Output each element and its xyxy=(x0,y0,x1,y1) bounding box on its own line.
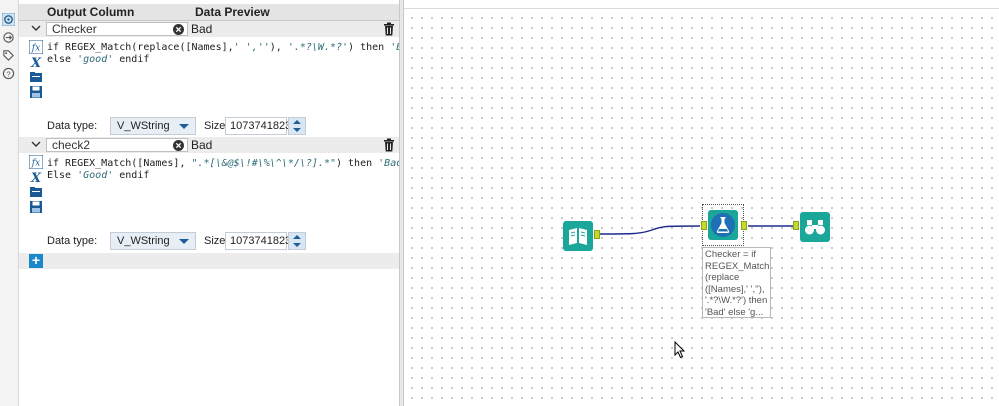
size-input[interactable]: 1073741823 xyxy=(225,232,291,250)
output-anchor[interactable] xyxy=(594,230,600,239)
trash-icon[interactable] xyxy=(383,138,395,152)
tool-annotation: Checker = if REGEX_Match (replace ([Name… xyxy=(702,247,771,318)
expr-code: ) then xyxy=(336,158,379,169)
size-spinner[interactable] xyxy=(288,117,306,135)
expr-code: if REGEX_Match(replace([Names], xyxy=(47,42,234,53)
data-type-label: Data type: xyxy=(47,120,98,132)
connection-input-to-formula xyxy=(599,225,701,235)
expr-string: ' ','' xyxy=(233,42,270,53)
formula-flask-icon xyxy=(711,213,735,237)
dropdown-arrow-icon xyxy=(179,239,189,244)
svg-text:fx: fx xyxy=(31,44,40,54)
expression-editor[interactable]: if REGEX_Match(replace([Names],' ',''), … xyxy=(47,42,420,65)
data-preview-header: Data Preview xyxy=(195,5,270,19)
formula-tool[interactable] xyxy=(708,210,738,240)
expr-code: if REGEX_Match([Names], xyxy=(47,158,192,169)
save-disk-icon[interactable] xyxy=(29,200,43,214)
output-column-name-input[interactable]: check2 xyxy=(46,138,188,152)
svg-text:X: X xyxy=(30,56,42,69)
spin-down-icon[interactable] xyxy=(293,243,301,247)
add-field-bar: + xyxy=(19,253,399,269)
expr-string: ".*[\&@$\!#\%\^\*/\?].*" xyxy=(191,158,337,169)
spin-down-icon[interactable] xyxy=(293,128,301,132)
data-type-row: Data type: V_WString Size: 1073741823 xyxy=(47,116,397,138)
function-fx-icon[interactable]: fx xyxy=(29,40,43,54)
field-row-checker: Checker Bad xyxy=(19,21,399,37)
clear-icon[interactable] xyxy=(173,140,184,151)
trash-icon[interactable] xyxy=(383,22,395,36)
data-type-value: V_WString xyxy=(117,235,170,247)
data-type-label: Data type: xyxy=(47,235,98,247)
data-type-value: V_WString xyxy=(117,120,170,132)
size-input[interactable]: 1073741823 xyxy=(225,117,291,135)
function-fx-icon[interactable]: fx xyxy=(29,155,43,169)
expression-editor[interactable]: if REGEX_Match([Names], ".*[\&@$\!#\%\^\… xyxy=(47,158,408,181)
spin-up-icon[interactable] xyxy=(293,235,301,239)
save-disk-icon[interactable] xyxy=(29,85,43,99)
open-folder-icon[interactable] xyxy=(29,70,43,84)
input-data-tool[interactable] xyxy=(563,221,593,251)
variable-x-icon[interactable]: X xyxy=(29,55,43,69)
column-header-bar: Output Column Data Preview xyxy=(19,4,399,21)
expr-code: ), xyxy=(269,42,288,53)
data-preview-value: Bad xyxy=(191,22,213,36)
expr-code: endif xyxy=(113,169,150,181)
size-spinner[interactable] xyxy=(288,232,306,250)
svg-text:fx: fx xyxy=(31,159,40,169)
data-type-select[interactable]: V_WString xyxy=(110,232,196,250)
browse-binoculars-icon xyxy=(805,220,825,235)
input-book-icon xyxy=(569,228,587,245)
expr-code: ) then xyxy=(348,42,391,53)
browse-tool[interactable] xyxy=(800,212,830,242)
output-column-header: Output Column xyxy=(47,5,135,19)
expr-code: Else xyxy=(47,169,78,181)
spin-up-icon[interactable] xyxy=(293,120,301,124)
open-folder-icon[interactable] xyxy=(29,185,43,199)
input-anchor[interactable] xyxy=(793,221,799,230)
data-type-select[interactable]: V_WString xyxy=(110,117,196,135)
input-anchor[interactable] xyxy=(701,221,707,230)
clear-icon[interactable] xyxy=(173,24,184,35)
mouse-cursor-icon xyxy=(674,341,686,359)
dropdown-arrow-icon xyxy=(179,124,189,129)
gear-icon[interactable] xyxy=(2,13,15,26)
tag-icon[interactable] xyxy=(2,49,15,62)
chevron-down-icon[interactable] xyxy=(31,139,41,149)
chevron-down-icon[interactable] xyxy=(31,23,41,33)
field-row-check2: check2 Bad xyxy=(19,137,399,153)
expr-code: endif xyxy=(113,53,150,65)
data-preview-value: Bad xyxy=(191,138,213,152)
expr-string: 'good' xyxy=(77,53,114,65)
svg-text:X: X xyxy=(30,171,42,184)
output-column-name-input[interactable]: Checker xyxy=(46,22,188,36)
variable-x-icon[interactable]: X xyxy=(29,170,43,184)
output-anchor[interactable] xyxy=(741,221,747,230)
svg-text:?: ? xyxy=(6,69,10,78)
help-icon[interactable]: ? xyxy=(2,67,15,80)
expr-string: '.*?\W.*?' xyxy=(287,42,349,53)
add-field-button[interactable]: + xyxy=(29,253,43,268)
connection-icon[interactable] xyxy=(2,31,15,44)
connection-lines xyxy=(599,225,794,235)
expr-code: else xyxy=(47,53,78,65)
left-icon-rail: ? xyxy=(0,0,19,406)
data-type-row: Data type: V_WString Size: 1073741823 xyxy=(47,231,397,253)
formula-config-panel: Output Column Data Preview Checker Bad f… xyxy=(19,0,420,406)
expr-string: 'Good' xyxy=(77,169,114,181)
